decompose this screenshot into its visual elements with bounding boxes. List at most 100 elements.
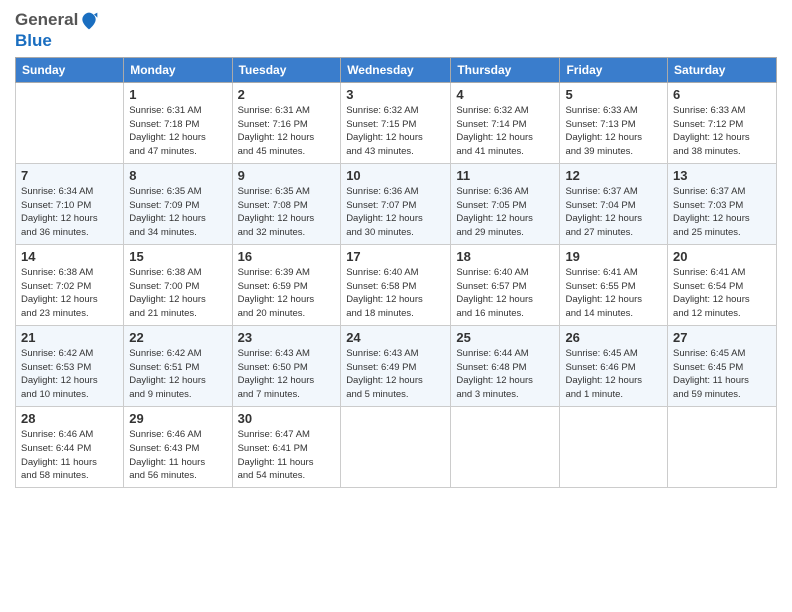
day-number: 17 xyxy=(346,249,445,264)
day-info: Sunrise: 6:42 AM Sunset: 6:53 PM Dayligh… xyxy=(21,347,118,402)
day-info: Sunrise: 6:35 AM Sunset: 7:08 PM Dayligh… xyxy=(238,185,336,240)
day-info: Sunrise: 6:46 AM Sunset: 6:44 PM Dayligh… xyxy=(21,428,118,483)
day-number: 13 xyxy=(673,168,771,183)
day-number: 3 xyxy=(346,87,445,102)
day-info: Sunrise: 6:33 AM Sunset: 7:13 PM Dayligh… xyxy=(565,104,662,159)
day-number: 4 xyxy=(456,87,554,102)
col-header-tuesday: Tuesday xyxy=(232,57,341,82)
day-number: 27 xyxy=(673,330,771,345)
logo-icon xyxy=(79,11,99,31)
calendar-cell: 23 Sunrise: 6:43 AM Sunset: 6:50 PM Dayli… xyxy=(232,325,341,406)
day-info: Sunrise: 6:34 AM Sunset: 7:10 PM Dayligh… xyxy=(21,185,118,240)
day-number: 9 xyxy=(238,168,336,183)
logo-text: General Blue xyxy=(15,10,100,51)
day-number: 12 xyxy=(565,168,662,183)
week-row-2: 7Sunrise: 6:34 AM Sunset: 7:10 PM Daylig… xyxy=(16,163,777,244)
day-info: Sunrise: 6:40 AM Sunset: 6:57 PM Dayligh… xyxy=(456,266,554,321)
calendar-cell: 1 Sunrise: 6:31 AM Sunset: 7:18 PM Daylig… xyxy=(124,82,232,163)
col-header-thursday: Thursday xyxy=(451,57,560,82)
calendar-cell: 11 Sunrise: 6:36 AM Sunset: 7:05 PM Dayli… xyxy=(451,163,560,244)
calendar-cell: 12 Sunrise: 6:37 AM Sunset: 7:04 PM Dayli… xyxy=(560,163,668,244)
day-number: 23 xyxy=(238,330,336,345)
day-info: Sunrise: 6:39 AM Sunset: 6:59 PM Dayligh… xyxy=(238,266,336,321)
day-number: 21 xyxy=(21,330,118,345)
day-info: Sunrise: 6:31 AM Sunset: 7:16 PM Dayligh… xyxy=(238,104,336,159)
col-header-sunday: Sunday xyxy=(16,57,124,82)
calendar-cell: 17 Sunrise: 6:40 AM Sunset: 6:58 PM Dayli… xyxy=(341,244,451,325)
day-info: Sunrise: 6:42 AM Sunset: 6:51 PM Dayligh… xyxy=(129,347,226,402)
calendar-cell: 30 Sunrise: 6:47 AM Sunset: 6:41 PM Dayli… xyxy=(232,407,341,488)
calendar-cell: 14 Sunrise: 6:38 AM Sunset: 7:02 PM Dayli… xyxy=(16,244,124,325)
week-row-1: 1 Sunrise: 6:31 AM Sunset: 7:18 PM Daylig… xyxy=(16,82,777,163)
day-number: 30 xyxy=(238,411,336,426)
day-info: Sunrise: 6:43 AM Sunset: 6:49 PM Dayligh… xyxy=(346,347,445,402)
calendar-cell: 21 Sunrise: 6:42 AM Sunset: 6:53 PM Dayli… xyxy=(16,325,124,406)
calendar-cell: 8 Sunrise: 6:35 AM Sunset: 7:09 PM Daylig… xyxy=(124,163,232,244)
day-info: Sunrise: 6:40 AM Sunset: 6:58 PM Dayligh… xyxy=(346,266,445,321)
day-info: Sunrise: 6:31 AM Sunset: 7:18 PM Dayligh… xyxy=(129,104,226,159)
day-info: Sunrise: 6:35 AM Sunset: 7:09 PM Dayligh… xyxy=(129,185,226,240)
day-number: 15 xyxy=(129,249,226,264)
day-number: 20 xyxy=(673,249,771,264)
col-header-friday: Friday xyxy=(560,57,668,82)
day-number: 2 xyxy=(238,87,336,102)
calendar-cell xyxy=(560,407,668,488)
calendar-cell: 4 Sunrise: 6:32 AM Sunset: 7:14 PM Daylig… xyxy=(451,82,560,163)
day-info: Sunrise: 6:32 AM Sunset: 7:14 PM Dayligh… xyxy=(456,104,554,159)
calendar-cell: 2 Sunrise: 6:31 AM Sunset: 7:16 PM Daylig… xyxy=(232,82,341,163)
calendar-cell: 28 Sunrise: 6:46 AM Sunset: 6:44 PM Dayli… xyxy=(16,407,124,488)
page-container: General Blue SundayMondayTuesdayWednesda… xyxy=(0,0,792,498)
calendar-cell: 24 Sunrise: 6:43 AM Sunset: 6:49 PM Dayli… xyxy=(341,325,451,406)
day-number: 24 xyxy=(346,330,445,345)
day-info: Sunrise: 6:33 AM Sunset: 7:12 PM Dayligh… xyxy=(673,104,771,159)
calendar-cell xyxy=(16,82,124,163)
logo: General Blue xyxy=(15,10,100,51)
calendar-cell: 16 Sunrise: 6:39 AM Sunset: 6:59 PM Dayli… xyxy=(232,244,341,325)
day-info: Sunrise: 6:44 AM Sunset: 6:48 PM Dayligh… xyxy=(456,347,554,402)
day-number: 11 xyxy=(456,168,554,183)
calendar-cell: 18 Sunrise: 6:40 AM Sunset: 6:57 PM Dayli… xyxy=(451,244,560,325)
day-number: 16 xyxy=(238,249,336,264)
calendar-cell: 10Sunrise: 6:36 AM Sunset: 7:07 PM Dayli… xyxy=(341,163,451,244)
calendar-cell: 3Sunrise: 6:32 AM Sunset: 7:15 PM Daylig… xyxy=(341,82,451,163)
day-info: Sunrise: 6:47 AM Sunset: 6:41 PM Dayligh… xyxy=(238,428,336,483)
day-info: Sunrise: 6:43 AM Sunset: 6:50 PM Dayligh… xyxy=(238,347,336,402)
day-number: 8 xyxy=(129,168,226,183)
day-number: 1 xyxy=(129,87,226,102)
day-number: 22 xyxy=(129,330,226,345)
day-info: Sunrise: 6:45 AM Sunset: 6:46 PM Dayligh… xyxy=(565,347,662,402)
calendar-cell: 25 Sunrise: 6:44 AM Sunset: 6:48 PM Dayli… xyxy=(451,325,560,406)
day-info: Sunrise: 6:37 AM Sunset: 7:04 PM Dayligh… xyxy=(565,185,662,240)
calendar-cell: 26 Sunrise: 6:45 AM Sunset: 6:46 PM Dayli… xyxy=(560,325,668,406)
day-info: Sunrise: 6:37 AM Sunset: 7:03 PM Dayligh… xyxy=(673,185,771,240)
calendar-cell: 20 Sunrise: 6:41 AM Sunset: 6:54 PM Dayli… xyxy=(668,244,777,325)
week-row-3: 14 Sunrise: 6:38 AM Sunset: 7:02 PM Dayli… xyxy=(16,244,777,325)
calendar-cell: 13 Sunrise: 6:37 AM Sunset: 7:03 PM Dayli… xyxy=(668,163,777,244)
col-header-monday: Monday xyxy=(124,57,232,82)
day-info: Sunrise: 6:41 AM Sunset: 6:54 PM Dayligh… xyxy=(673,266,771,321)
calendar-cell: 7Sunrise: 6:34 AM Sunset: 7:10 PM Daylig… xyxy=(16,163,124,244)
day-number: 19 xyxy=(565,249,662,264)
day-number: 29 xyxy=(129,411,226,426)
calendar-cell: 29 Sunrise: 6:46 AM Sunset: 6:43 PM Dayli… xyxy=(124,407,232,488)
day-info: Sunrise: 6:46 AM Sunset: 6:43 PM Dayligh… xyxy=(129,428,226,483)
day-number: 18 xyxy=(456,249,554,264)
day-number: 26 xyxy=(565,330,662,345)
day-info: Sunrise: 6:38 AM Sunset: 7:02 PM Dayligh… xyxy=(21,266,118,321)
calendar-cell: 15Sunrise: 6:38 AM Sunset: 7:00 PM Dayli… xyxy=(124,244,232,325)
day-info: Sunrise: 6:45 AM Sunset: 6:45 PM Dayligh… xyxy=(673,347,771,402)
day-info: Sunrise: 6:36 AM Sunset: 7:05 PM Dayligh… xyxy=(456,185,554,240)
calendar-cell xyxy=(341,407,451,488)
day-number: 25 xyxy=(456,330,554,345)
calendar-cell: 22 Sunrise: 6:42 AM Sunset: 6:51 PM Dayli… xyxy=(124,325,232,406)
calendar-cell: 6 Sunrise: 6:33 AM Sunset: 7:12 PM Daylig… xyxy=(668,82,777,163)
calendar-table: SundayMondayTuesdayWednesdayThursdayFrid… xyxy=(15,57,777,488)
day-number: 28 xyxy=(21,411,118,426)
day-number: 14 xyxy=(21,249,118,264)
calendar-cell: 19Sunrise: 6:41 AM Sunset: 6:55 PM Dayli… xyxy=(560,244,668,325)
day-number: 6 xyxy=(673,87,771,102)
header-row: SundayMondayTuesdayWednesdayThursdayFrid… xyxy=(16,57,777,82)
calendar-cell: 9 Sunrise: 6:35 AM Sunset: 7:08 PM Daylig… xyxy=(232,163,341,244)
calendar-cell: 5Sunrise: 6:33 AM Sunset: 7:13 PM Daylig… xyxy=(560,82,668,163)
day-number: 10 xyxy=(346,168,445,183)
